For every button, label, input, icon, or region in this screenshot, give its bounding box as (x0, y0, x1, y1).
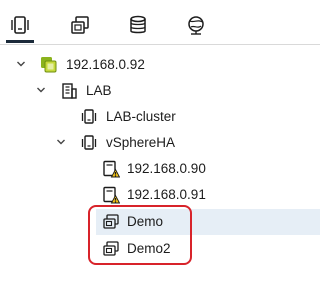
tree-node-cluster[interactable]: LAB-cluster (0, 104, 320, 130)
tree-node-cluster[interactable]: vSphereHA (0, 130, 320, 156)
chevron-down-icon[interactable] (56, 137, 66, 147)
tab-storage[interactable] (120, 8, 156, 44)
tab-networking[interactable] (178, 8, 214, 44)
vcenter-icon (41, 57, 57, 73)
inventory-toolbar (0, 0, 320, 45)
tree-node-vcenter[interactable]: 192.168.0.92 (0, 52, 320, 78)
active-tab-indicator (6, 40, 34, 43)
tree-node-label: 192.168.0.92 (66, 57, 145, 72)
annotation-highlight-box (88, 205, 192, 265)
toolbar-divider (0, 44, 320, 45)
tree-node-host[interactable]: 192.168.0.90 (0, 156, 320, 182)
tree-node-label: LAB-cluster (106, 109, 176, 124)
tree-node-label: 192.168.0.90 (127, 161, 206, 176)
tree-node-label: LAB (86, 83, 112, 98)
host-warning-icon (103, 160, 120, 178)
vms-templates-icon (71, 16, 89, 34)
database-icon (130, 15, 146, 34)
tab-hosts-and-clusters[interactable] (2, 8, 38, 44)
hosts-clusters-icon (11, 16, 29, 34)
cluster-icon (81, 109, 97, 124)
chevron-down-icon[interactable] (36, 85, 46, 95)
tree-node-label: 192.168.0.91 (127, 187, 206, 202)
host-warning-icon (103, 186, 120, 204)
tab-vms-and-templates[interactable] (62, 8, 98, 44)
tree-node-label: vSphereHA (106, 135, 176, 150)
tree-node-datacenter[interactable]: LAB (0, 78, 320, 104)
chevron-down-icon[interactable] (16, 59, 26, 69)
globe-network-icon (188, 16, 204, 35)
datacenter-icon (62, 83, 77, 99)
cluster-icon (81, 135, 97, 150)
